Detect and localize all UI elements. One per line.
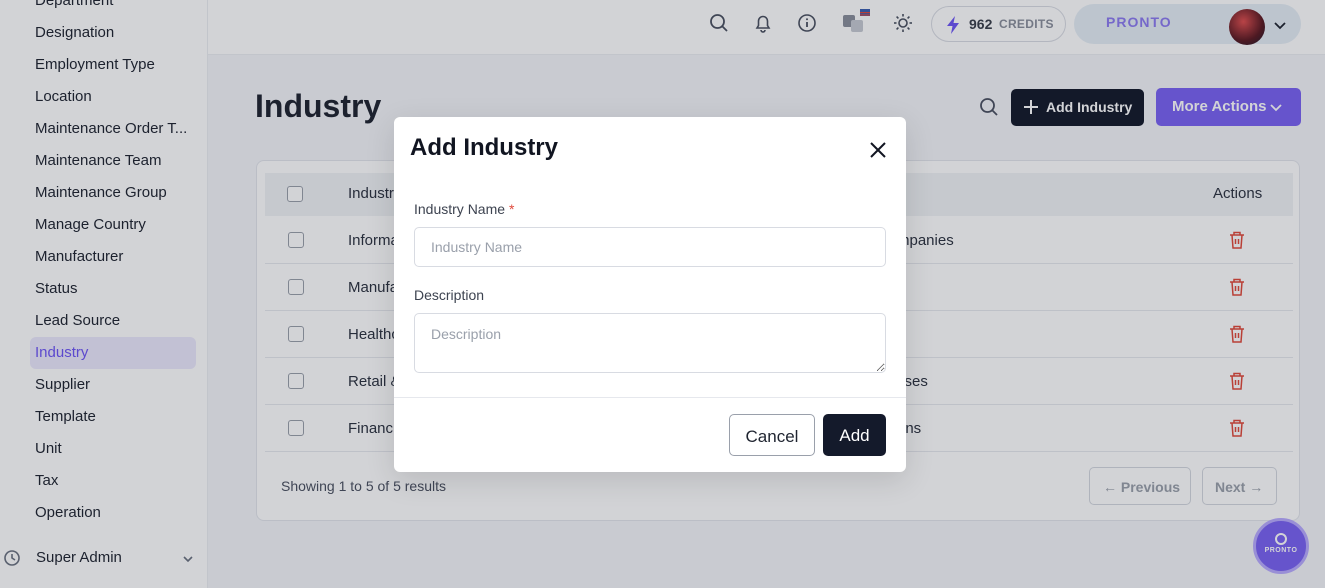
add-button[interactable]: Add: [823, 414, 886, 456]
industry-name-label: Industry Name *: [414, 201, 514, 217]
dialog-divider: [394, 397, 906, 398]
industry-name-label-text: Industry Name: [414, 201, 506, 217]
required-mark: *: [508, 201, 515, 217]
add-label: Add: [839, 426, 870, 445]
cancel-button[interactable]: Cancel: [729, 414, 815, 456]
dialog-title: Add Industry: [410, 134, 558, 161]
industry-name-input[interactable]: [414, 227, 886, 267]
close-icon[interactable]: [868, 140, 888, 160]
description-textarea[interactable]: [414, 313, 886, 373]
cancel-label: Cancel: [745, 427, 799, 446]
add-industry-dialog: Add Industry Industry Name * Description…: [394, 117, 906, 472]
description-label: Description: [414, 287, 485, 303]
